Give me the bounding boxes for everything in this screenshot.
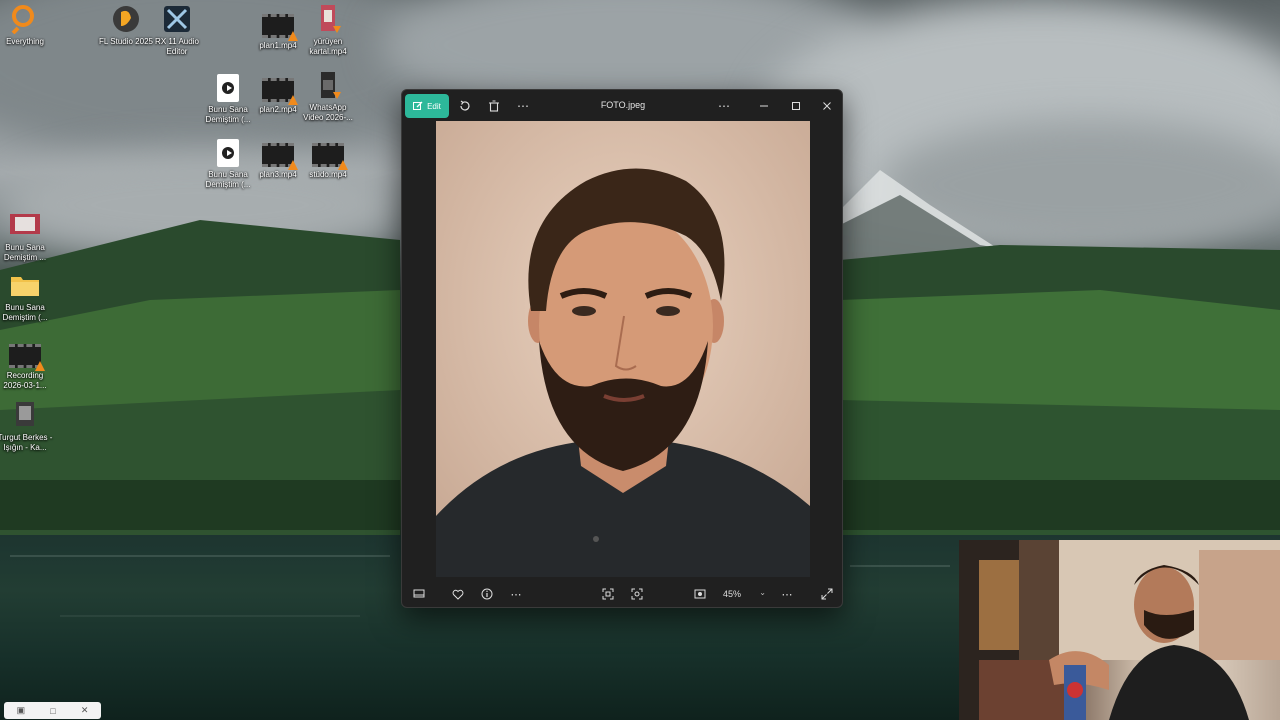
edit-icon (413, 101, 423, 110)
actual-size-icon (631, 588, 643, 600)
edit-button[interactable]: Edit (405, 94, 449, 118)
rotate-button[interactable] (453, 95, 477, 117)
window-title: FOTO.jpeg (600, 100, 646, 110)
image-file-icon (10, 210, 40, 240)
zoom-value: 45% (723, 589, 742, 599)
desktop-icon-label: Turgut Berkes - Işığın - Ka... (0, 433, 53, 452)
desktop-icon-bunu-sana-2[interactable]: Bunu Sana Demiştim (... (200, 137, 256, 190)
media-shortcut-icon (217, 139, 239, 167)
rx-audio-editor-icon (162, 4, 192, 34)
video-file-icon (313, 4, 343, 34)
minimize-button[interactable] (749, 94, 779, 118)
video-file-icon (262, 143, 294, 167)
info-button[interactable] (475, 582, 499, 606)
maximize-icon (792, 102, 800, 110)
app-icon[interactable]: ▣ (17, 705, 26, 716)
video-file-icon (313, 70, 343, 100)
desktop-icon-label: stüdo.mp4 (309, 170, 347, 179)
title-more-button[interactable]: ⋯ (712, 95, 736, 117)
desktop-icon-label: WhatsApp Video 2026-... (303, 103, 353, 122)
desktop-icon-label: Bunu Sana Demiştim (... (205, 105, 251, 124)
favorite-button[interactable] (446, 582, 470, 606)
filmstrip-button[interactable] (407, 582, 431, 606)
close-icon[interactable]: ✕ (81, 705, 89, 716)
bottom-more-button[interactable]: ⋯ (504, 582, 528, 606)
video-file-icon (312, 143, 344, 167)
favorite-icon (452, 589, 464, 600)
webcam-overlay (959, 540, 1280, 720)
desktop-icon-plan2[interactable]: plan2.mp4 (250, 74, 306, 115)
desktop-icon-label: plan1.mp4 (259, 41, 297, 50)
desktop-icon-label: plan2.mp4 (259, 105, 297, 114)
desktop-icon-label: Everything (6, 37, 44, 46)
more-icon: ⋯ (510, 588, 522, 601)
minimize-icon (760, 105, 768, 107)
filmstrip-icon (413, 589, 425, 598)
actual-size-button[interactable] (625, 582, 649, 606)
close-button[interactable] (812, 94, 842, 118)
desktop-icon-turgut-berkes[interactable]: Turgut Berkes - Işığın - Ka... (0, 400, 53, 453)
chevron-down-icon: ⌄ (759, 588, 766, 597)
fl-studio-icon (111, 4, 141, 34)
video-file-icon (262, 78, 294, 102)
more-icon: ⋯ (517, 99, 529, 113)
desktop-icon-plan3[interactable]: plan3.mp4 (250, 139, 306, 180)
zoom-dropdown[interactable]: 45% ⌄ (716, 582, 772, 606)
more-icon: ⋯ (781, 588, 793, 601)
photos-titlebar[interactable]: Edit ⋯ FOTO.jpeg ⋯ (402, 90, 842, 122)
audio-file-icon (10, 400, 40, 430)
desktop-icon-bunu-sana-1[interactable]: Bunu Sana Demiştim (... (200, 72, 256, 125)
fit-icon (602, 588, 614, 600)
fullscreen-icon (821, 588, 833, 600)
delete-icon (489, 100, 499, 112)
restore-icon[interactable]: □ (50, 706, 55, 716)
desktop-icon-label: RX 11 Audio Editor (155, 37, 199, 56)
info-icon (481, 588, 493, 600)
desktop-icon-label: Bunu Sana Demiştim (... (205, 170, 251, 189)
desktop-icon-studo[interactable]: stüdo.mp4 (300, 139, 356, 180)
desktop-icon-plan1[interactable]: plan1.mp4 (250, 10, 306, 51)
desktop-icon-recording[interactable]: Recording 2026-03-1... (0, 340, 53, 391)
more-options-button[interactable]: ⋯ (511, 95, 535, 117)
delete-button[interactable] (482, 95, 506, 117)
close-icon (823, 102, 831, 110)
desktop-icon-label: Bunu Sana Demiştim (... (2, 303, 48, 322)
portrait-photo (436, 121, 810, 577)
desktop-icon-yuruyen-kartal[interactable]: yürüyen kartal.mp4 (300, 4, 356, 57)
screenshot-icon (694, 589, 706, 599)
desktop-icon-bunu-sana-3[interactable]: Bunu Sana Demiştim ... (0, 210, 53, 263)
desktop-icon-rx-audio-editor[interactable]: RX 11 Audio Editor (149, 4, 205, 57)
desktop-icon-fl-studio[interactable]: FL Studio 2025 (98, 4, 154, 47)
desktop-icon-label: Recording 2026-03-1... (3, 371, 47, 390)
zoom-more-button[interactable]: ⋯ (775, 582, 799, 606)
maximize-button[interactable] (781, 94, 811, 118)
folder-icon (10, 270, 40, 300)
video-file-icon (262, 14, 294, 38)
more-icon: ⋯ (718, 99, 730, 113)
rotate-icon (460, 100, 470, 111)
photos-bottom-bar: ⋯ 45% ⌄ ⋯ (402, 580, 842, 607)
media-shortcut-icon (217, 74, 239, 102)
video-file-icon (9, 344, 41, 368)
screenshot-button[interactable] (688, 582, 712, 606)
desktop-icon-label: Bunu Sana Demiştim ... (3, 243, 47, 262)
fullscreen-button[interactable] (815, 582, 839, 606)
edit-label: Edit (427, 101, 441, 111)
photo-canvas[interactable] (436, 121, 810, 577)
mini-taskbar-widget: ▣ □ ✕ (4, 702, 101, 719)
desktop-icon-whatsapp-video[interactable]: WhatsApp Video 2026-... (300, 70, 356, 123)
photos-window[interactable]: Edit ⋯ FOTO.jpeg ⋯ ⋯ 45% ⌄ ⋯ (401, 89, 843, 608)
desktop-icon-label: yürüyen kartal.mp4 (309, 37, 347, 56)
desktop-icon-everything[interactable]: Everything (0, 4, 53, 47)
desktop-icon-label: FL Studio 2025 (99, 37, 153, 46)
desktop-icon-folder[interactable]: Bunu Sana Demiştim (... (0, 270, 53, 323)
fit-button[interactable] (596, 582, 620, 606)
webcam-feed (959, 540, 1280, 720)
everything-search-icon (10, 4, 40, 35)
desktop-icon-label: plan3.mp4 (259, 170, 297, 179)
